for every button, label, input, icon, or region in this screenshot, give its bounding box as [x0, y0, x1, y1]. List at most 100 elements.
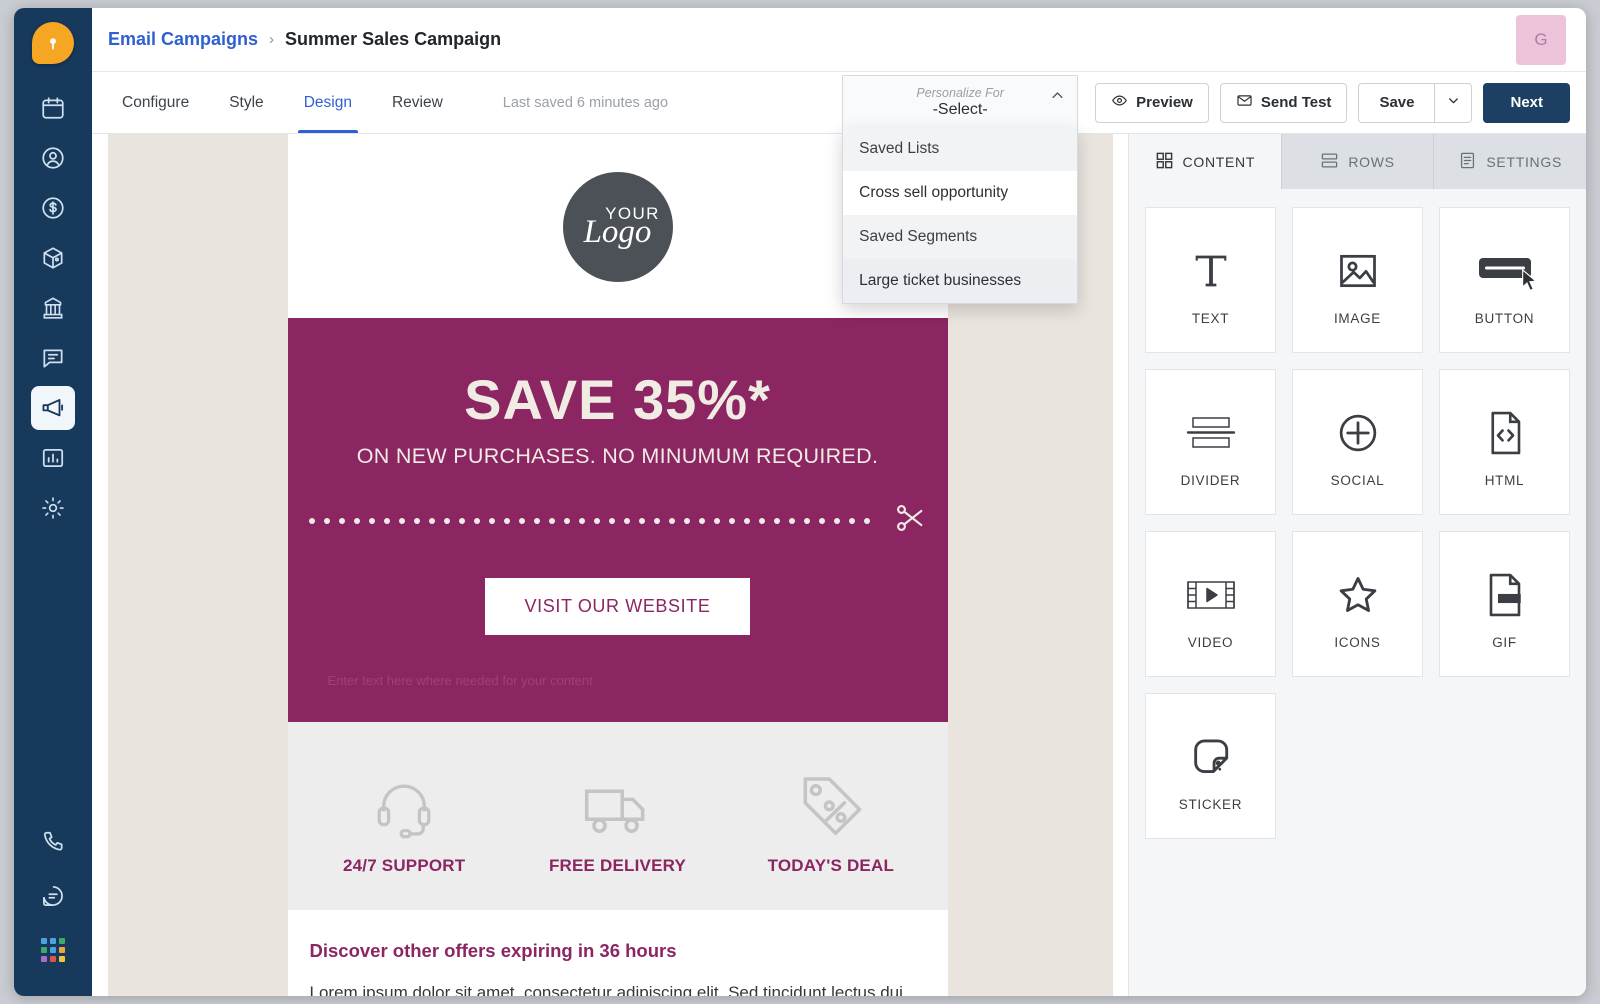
feature-support: 24/7 SUPPORT [298, 766, 511, 876]
breadcrumb-current: Summer Sales Campaign [285, 29, 502, 49]
sidebar-item-settings[interactable] [31, 486, 75, 530]
last-saved-status: Last saved 6 minutes ago [502, 94, 669, 111]
block-social[interactable]: SOCIAL [1292, 369, 1423, 515]
dropdown-group-header-saved-lists: Saved Lists [843, 127, 1078, 171]
tab-design[interactable]: Design [284, 72, 372, 133]
block-sticker-label: STICKER [1178, 796, 1243, 812]
preview-button-label: Preview [1136, 94, 1193, 111]
tab-content[interactable]: CONTENT [1129, 134, 1282, 189]
toolbar: Configure Style Design Review Last saved… [92, 72, 1586, 304]
hero-footnote: Enter text here where needed for your co… [327, 673, 593, 688]
app-logo-icon[interactable] [32, 22, 74, 64]
app-switcher-icon[interactable] [31, 928, 75, 972]
block-gif[interactable]: GIF GIF [1439, 531, 1570, 677]
tab-review[interactable]: Review [372, 72, 463, 133]
chevron-up-icon[interactable] [1050, 88, 1065, 108]
scissors-icon [893, 501, 927, 540]
block-html[interactable]: HTML [1439, 369, 1570, 515]
block-icons[interactable]: ICONS [1292, 531, 1423, 677]
tab-rows-label: ROWS [1348, 153, 1395, 170]
tab-style[interactable]: Style [209, 72, 283, 133]
block-social-label: SOCIAL [1330, 472, 1385, 488]
tab-content-label: CONTENT [1182, 153, 1256, 170]
app-switcher-grid [41, 938, 65, 962]
sidebar-item-campaigns[interactable] [31, 386, 95, 430]
preview-button[interactable]: Preview [1095, 82, 1209, 123]
text-icon [1188, 235, 1234, 307]
feature-deal-label: TODAY'S DEAL [767, 856, 895, 875]
tab-configure[interactable]: Configure [102, 72, 209, 133]
sidebar-item-conversations[interactable] [31, 336, 95, 380]
avatar[interactable]: G [1516, 14, 1566, 65]
eye-icon [1111, 92, 1128, 113]
sidebar-item-deals[interactable] [31, 186, 75, 230]
personalize-for-dropdown: Saved Lists Cross sell opportunity Saved… [842, 127, 1079, 304]
price-tag-icon [724, 766, 937, 848]
block-image[interactable]: IMAGE [1292, 207, 1423, 353]
block-icons-label: ICONS [1334, 634, 1381, 650]
social-plus-icon [1336, 397, 1380, 469]
svg-text:GIF: GIF [1501, 594, 1514, 603]
dropdown-option-cross-sell-opportunity[interactable]: Cross sell opportunity [843, 171, 1078, 215]
sidebar-item-companies[interactable] [31, 286, 75, 330]
sidebar-item-analytics[interactable] [31, 436, 75, 480]
tab-rows[interactable]: ROWS [1281, 134, 1435, 189]
email-text-row[interactable]: Discover other offers expiring in 36 hou… [287, 910, 948, 996]
feature-delivery: FREE DELIVERY [511, 766, 724, 876]
feature-delivery-label: FREE DELIVERY [548, 856, 687, 875]
logo-badge: YOUR Logo [562, 172, 673, 282]
tab-settings-label: SETTINGS [1486, 153, 1562, 170]
headset-icon [298, 766, 511, 848]
tab-settings[interactable]: SETTINGS [1434, 134, 1586, 189]
dropdown-option-large-ticket-businesses[interactable]: Large ticket businesses [843, 259, 1078, 303]
block-button[interactable]: BUTTON [1439, 207, 1570, 353]
email-hero-row[interactable]: SAVE 35%* ON NEW PURCHASES. NO MINUMUM R… [287, 318, 948, 722]
block-text[interactable]: TEXT [1145, 207, 1276, 353]
breadcrumb-parent-link[interactable]: Email Campaigns [108, 29, 258, 50]
main-area: Email Campaigns › Summer Sales Campaign … [92, 8, 1586, 996]
send-test-button[interactable]: Send Test [1219, 82, 1348, 123]
block-button-label: BUTTON [1474, 310, 1535, 326]
save-dropdown-toggle[interactable] [1434, 82, 1473, 123]
primary-navigation-rail [14, 8, 95, 996]
panel-tab-bar: CONTENT ROWS SETTINGS [1129, 134, 1586, 189]
canvas-left-gutter [107, 134, 288, 996]
code-file-icon [1484, 397, 1526, 469]
personalize-for-select-wrap: Personalize For -Select- Saved Lists Cro… [842, 72, 1079, 304]
toolbar-actions: Personalize For -Select- Saved Lists Cro… [842, 72, 1586, 304]
rail-bottom-group [31, 820, 75, 982]
image-icon [1336, 235, 1380, 307]
sticker-icon [1188, 721, 1234, 793]
document-icon [1458, 151, 1477, 173]
block-divider[interactable]: DIVIDER [1145, 369, 1276, 515]
send-test-button-label: Send Test [1260, 94, 1332, 111]
personalize-for-select[interactable]: Personalize For -Select- [842, 75, 1079, 130]
grid-icon [1155, 151, 1174, 173]
sidebar-item-calendar[interactable] [31, 86, 75, 130]
block-video[interactable]: VIDEO [1145, 531, 1276, 677]
hero-cta-button[interactable]: VISIT OUR WEBSITE [484, 578, 751, 635]
block-text-label: TEXT [1191, 310, 1230, 326]
content-panel: CONTENT ROWS SETTINGS TEXT IMAGE BUTTON … [1128, 134, 1586, 996]
feature-support-label: 24/7 SUPPORT [342, 856, 466, 875]
block-gif-label: GIF [1492, 634, 1517, 650]
article-heading: Discover other offers expiring in 36 hou… [309, 940, 677, 961]
save-split-button: Save [1358, 82, 1473, 123]
email-features-row[interactable]: 24/7 SUPPORT FREE DELIVERY TODAY'S DEAL [287, 722, 948, 910]
breadcrumb-separator-icon: › [269, 31, 275, 48]
mouse-cursor-icon [1519, 268, 1541, 299]
phone-icon[interactable] [31, 820, 75, 864]
dropdown-group-header-saved-segments: Saved Segments [843, 215, 1078, 259]
video-film-icon [1185, 559, 1237, 631]
star-icon [1335, 559, 1381, 631]
sidebar-item-products[interactable] [31, 236, 75, 280]
next-button[interactable]: Next [1483, 82, 1570, 123]
chevron-down-icon [1446, 93, 1461, 113]
block-sticker[interactable]: STICKER [1145, 693, 1276, 839]
breadcrumb-bar: Email Campaigns › Summer Sales Campaign … [92, 8, 1586, 72]
save-button[interactable]: Save [1358, 82, 1435, 123]
chat-bubble-icon[interactable] [31, 874, 75, 918]
sidebar-item-contacts[interactable] [31, 136, 95, 180]
block-divider-label: DIVIDER [1180, 472, 1241, 488]
rows-icon [1320, 151, 1339, 173]
